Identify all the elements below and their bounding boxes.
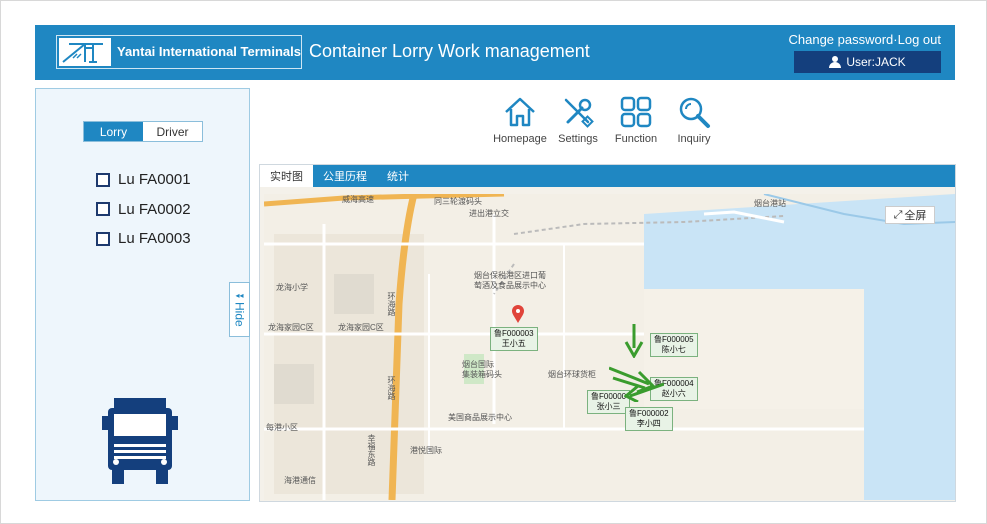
function-button[interactable]: Function — [607, 94, 665, 154]
vehicle-plate: 鲁F000003 — [494, 329, 534, 338]
map-label: 龙海家园C区 — [268, 323, 314, 332]
map-tabs: 实时图 公里历程 统计 — [260, 165, 955, 187]
search-icon — [679, 97, 710, 128]
vehicle-plate: 鲁F000005 — [654, 335, 694, 344]
expand-icon: ⤢ — [893, 208, 903, 221]
lorry-list: Lu FA0001 Lu FA0002 Lu FA0003 — [96, 165, 191, 254]
lorry-item[interactable]: Lu FA0002 — [96, 195, 191, 225]
fullscreen-button[interactable]: ⤢ 全屏 — [885, 206, 935, 224]
map-label: 进出港立交 — [469, 209, 509, 218]
vehicle-plate: 鲁F000002 — [629, 409, 669, 418]
map-label: 海港通信 — [284, 476, 316, 485]
map-label: 烟台环球货柜 — [548, 370, 596, 379]
main-toolbar: Homepage Settings Function Inquiry — [491, 94, 723, 154]
user-icon — [829, 56, 842, 68]
map-label: 美国商品展示中心 — [448, 413, 512, 422]
direction-arrow-icon — [624, 382, 664, 402]
app-frame: Yantai International Terminals Container… — [0, 0, 987, 524]
company-logo[interactable]: Yantai International Terminals — [56, 35, 302, 69]
vehicle-marker[interactable]: 鲁F000005 陈小七 — [650, 333, 698, 357]
vehicle-driver: 张小三 — [596, 402, 621, 411]
map-label: 每港小区 — [266, 423, 298, 432]
lorry-label: Lu FA0002 — [118, 200, 191, 218]
driver-toggle-button[interactable]: Driver — [143, 122, 202, 141]
map-label: 环海路 — [387, 376, 396, 400]
truck-icon — [102, 394, 178, 491]
map-label: 同三轮渡码头 — [434, 197, 482, 206]
logout-link[interactable]: Log out — [898, 32, 941, 47]
page-title: Container Lorry Work management — [309, 41, 590, 61]
map-label: 幸福东路 — [367, 434, 376, 466]
vehicle-driver: 王小五 — [501, 339, 526, 348]
change-password-link[interactable]: Change password — [788, 32, 893, 47]
user-badge[interactable]: User:JACK — [794, 51, 941, 73]
inquiry-label: Inquiry — [677, 133, 711, 145]
grid-icon — [620, 96, 652, 128]
settings-label: Settings — [558, 133, 598, 145]
settings-icon — [564, 98, 594, 128]
map-panel: 实时图 公里历程 统计 进出港立交 同三轮渡码头 烟台港站 威海高速 烟台保税港… — [259, 164, 956, 502]
lorry-checkbox[interactable] — [96, 231, 110, 246]
company-name: Yantai International Terminals — [117, 44, 301, 59]
collapse-arrows-icon: ◂◂ — [235, 291, 244, 301]
user-label: User:JACK — [846, 55, 906, 69]
account-links: Change password·Log out — [788, 32, 941, 47]
map-label: 集装箱码头 — [462, 370, 502, 379]
vehicle-marker[interactable]: 鲁F000003 王小五 — [490, 327, 538, 351]
hide-label: Hide — [232, 302, 247, 327]
hide-sidebar-button[interactable]: ◂◂ Hide — [229, 282, 250, 337]
tab-mileage[interactable]: 公里历程 — [313, 165, 377, 187]
lorry-toggle-button[interactable]: Lorry — [84, 122, 143, 141]
vehicle-driver: 陈小七 — [661, 345, 686, 354]
direction-arrow-icon — [624, 324, 644, 358]
map-label: 环海路 — [387, 292, 396, 316]
tab-statistics[interactable]: 统计 — [377, 165, 419, 187]
lorry-item[interactable]: Lu FA0001 — [96, 165, 191, 195]
inquiry-button[interactable]: Inquiry — [665, 94, 723, 154]
vehicle-marker[interactable]: 鲁F000002 李小四 — [625, 407, 673, 431]
settings-button[interactable]: Settings — [549, 94, 607, 154]
crane-logo-icon — [59, 38, 111, 66]
map-label: 港悦国际 — [410, 446, 442, 455]
sidebar: Lorry Driver Lu FA0001 Lu FA0002 Lu FA00… — [35, 88, 250, 501]
homepage-button[interactable]: Homepage — [491, 94, 549, 154]
lorry-checkbox[interactable] — [96, 202, 110, 217]
homepage-label: Homepage — [493, 133, 547, 145]
function-label: Function — [614, 133, 658, 145]
fullscreen-label: 全屏 — [904, 210, 927, 222]
lorry-checkbox[interactable] — [96, 172, 110, 187]
tab-realtime[interactable]: 实时图 — [260, 165, 313, 187]
lorry-item[interactable]: Lu FA0003 — [96, 224, 191, 254]
realtime-map[interactable]: 进出港立交 同三轮渡码头 烟台港站 威海高速 烟台保税港区进口葡 萄酒及食品展示… — [264, 194, 955, 500]
lorry-driver-toggle: Lorry Driver — [83, 121, 203, 142]
home-icon — [505, 97, 535, 127]
map-label: 萄酒及食品展示中心 — [474, 281, 546, 290]
vehicle-driver: 李小四 — [636, 419, 661, 428]
lorry-label: Lu FA0001 — [118, 171, 191, 189]
map-label: 龙海小学 — [276, 283, 308, 292]
map-label: 龙海家园C区 — [338, 323, 384, 332]
header-bar: Yantai International Terminals Container… — [35, 25, 955, 80]
map-label: 威海高速 — [342, 195, 374, 204]
map-label: 烟台港站 — [754, 199, 786, 208]
lorry-label: Lu FA0003 — [118, 230, 191, 248]
